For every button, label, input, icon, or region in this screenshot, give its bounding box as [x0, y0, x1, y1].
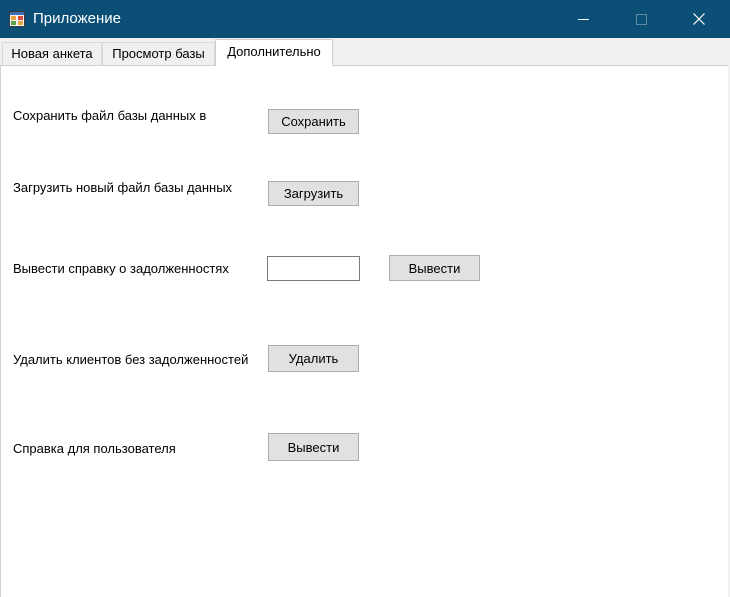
save-button[interactable]: Сохранить [268, 109, 359, 134]
maximize-icon [635, 13, 647, 25]
user-help-button[interactable]: Вывести [268, 433, 359, 461]
app-window: Приложение Новая анкета Просмотр базы До… [0, 0, 730, 597]
close-button[interactable] [676, 0, 722, 38]
close-icon [693, 13, 705, 25]
delete-clients-label: Удалить клиентов без задолженностей [13, 352, 249, 367]
tab-view-database[interactable]: Просмотр базы [102, 42, 215, 65]
title-bar[interactable]: Приложение [0, 0, 730, 38]
delete-button[interactable]: Удалить [268, 345, 359, 372]
save-db-label: Сохранить файл базы данных в [13, 108, 207, 123]
app-window-icon [9, 11, 25, 27]
debt-report-input[interactable] [267, 256, 360, 281]
tab-panel-additional: Сохранить файл базы данных в Сохранить З… [0, 65, 730, 597]
maximize-button[interactable] [618, 0, 664, 38]
window-title: Приложение [33, 10, 121, 27]
load-button[interactable]: Загрузить [268, 181, 359, 206]
minimize-button[interactable] [561, 0, 607, 38]
tab-new-form[interactable]: Новая анкета [2, 42, 102, 65]
load-db-label: Загрузить новый файл базы данных [13, 180, 233, 195]
tab-strip: Новая анкета Просмотр базы Дополнительно [0, 38, 730, 66]
minimize-icon [578, 19, 589, 20]
debt-report-label: Вывести справку о задолженностях [13, 261, 229, 276]
user-help-label: Справка для пользователя [13, 441, 176, 456]
tab-additional[interactable]: Дополнительно [215, 39, 333, 66]
debt-report-button[interactable]: Вывести [389, 255, 480, 281]
